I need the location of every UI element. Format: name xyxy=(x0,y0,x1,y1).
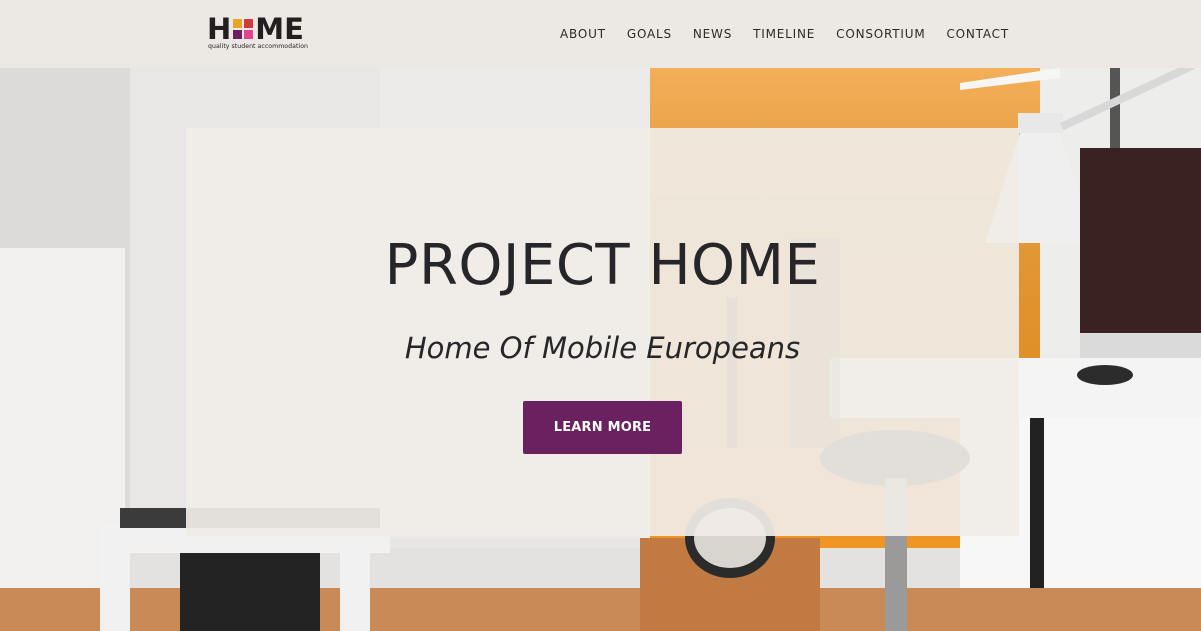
hero-title: PROJECT HOME xyxy=(384,233,821,298)
nav-contact[interactable]: CONTACT xyxy=(946,27,1009,41)
site-header: H ME quality student accommodation ABOUT… xyxy=(0,0,1201,68)
logo-squares-icon xyxy=(233,19,254,39)
logo-letters-me: ME xyxy=(255,12,304,46)
nav-about[interactable]: ABOUT xyxy=(560,27,606,41)
nav-goals[interactable]: GOALS xyxy=(627,27,672,41)
main-nav: ABOUT GOALS NEWS TIMELINE CONSORTIUM CON… xyxy=(539,0,1009,68)
logo-wordmark: H ME xyxy=(207,14,304,44)
logo-square xyxy=(233,19,243,28)
nav-timeline[interactable]: TIMELINE xyxy=(753,27,815,41)
logo-tagline: quality student accommodation xyxy=(208,43,308,50)
nav-consortium[interactable]: CONSORTIUM xyxy=(836,27,925,41)
hero-section: PROJECT HOME Home Of Mobile Europeans LE… xyxy=(0,68,1201,631)
logo-square xyxy=(233,30,243,39)
logo-square xyxy=(244,19,254,28)
logo-square xyxy=(244,30,254,39)
hero-overlay-card: PROJECT HOME Home Of Mobile Europeans LE… xyxy=(186,128,1019,536)
nav-news[interactable]: NEWS xyxy=(693,27,732,41)
logo-letter-h: H xyxy=(207,12,232,46)
site-logo[interactable]: H ME quality student accommodation xyxy=(207,14,317,54)
hero-subtitle: Home Of Mobile Europeans xyxy=(404,331,801,365)
learn-more-button[interactable]: LEARN MORE xyxy=(523,401,682,454)
